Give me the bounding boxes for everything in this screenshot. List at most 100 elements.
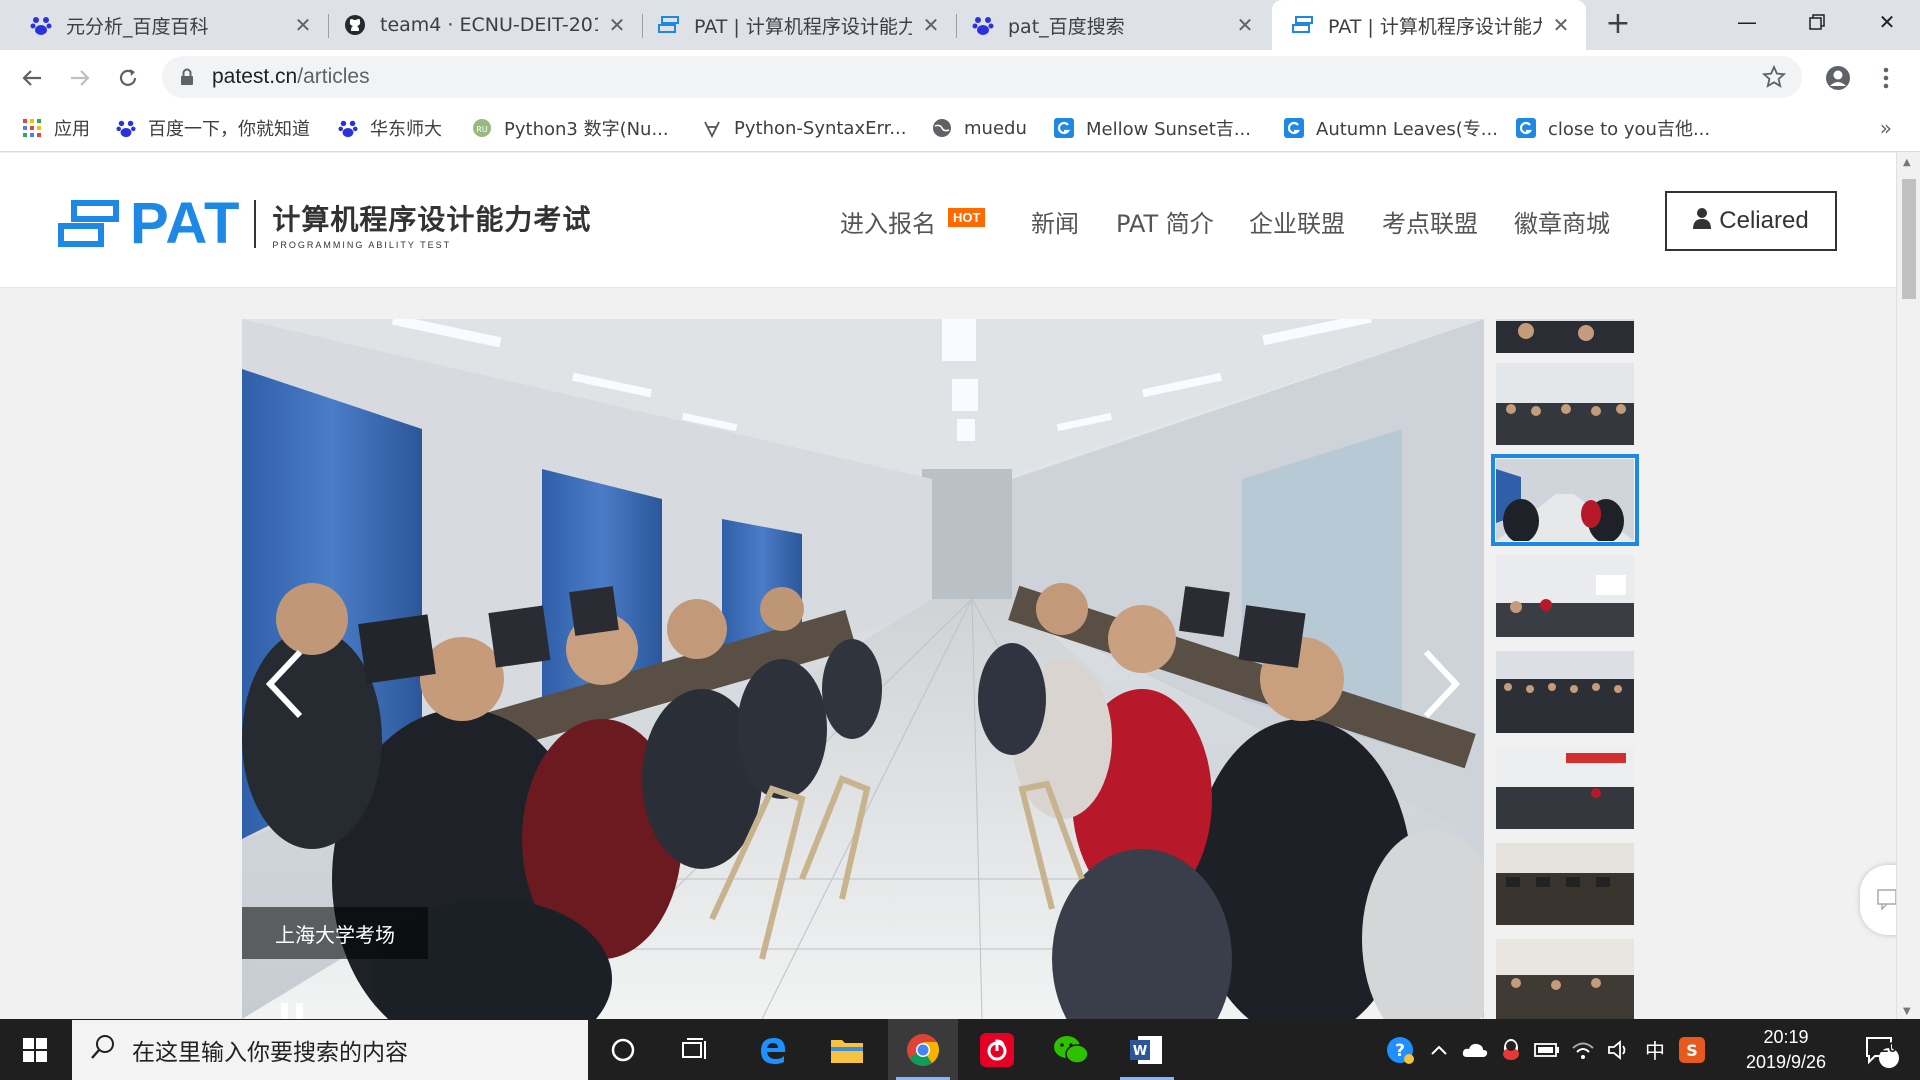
user-account-button[interactable]: Celiared <box>1665 191 1837 251</box>
pause-icon[interactable] <box>278 997 308 1019</box>
bookmark-item[interactable]: 百度一下，你就知道 <box>116 106 310 150</box>
volume-icon[interactable] <box>1602 1019 1636 1080</box>
nav-news[interactable]: 新闻 <box>1031 201 1079 241</box>
file-explorer-icon[interactable] <box>812 1019 882 1080</box>
nav-about[interactable]: PAT 简介 <box>1116 201 1214 241</box>
baidu-paw-icon <box>338 118 358 138</box>
close-tab-icon[interactable]: ✕ <box>292 13 314 37</box>
netease-music-icon[interactable] <box>962 1019 1032 1080</box>
forward-icon[interactable] <box>62 60 98 96</box>
battery-icon[interactable] <box>1530 1019 1564 1080</box>
taskbar-search-box[interactable]: 在这里输入你要搜索的内容 <box>72 1020 588 1080</box>
nav-badge-shop[interactable]: 徽章商城 <box>1514 201 1610 241</box>
close-tab-icon[interactable]: ✕ <box>1234 13 1256 37</box>
carousel-thumbnail-active[interactable] <box>1491 454 1639 546</box>
notification-center-icon[interactable]: 20 <box>1852 1019 1910 1080</box>
scroll-up-icon[interactable]: ▲ <box>1903 157 1911 168</box>
bookmark-item[interactable]: Mellow Sunset吉... <box>1054 106 1251 150</box>
word-icon[interactable]: W <box>1112 1019 1182 1080</box>
clock-time: 20:19 <box>1763 1027 1809 1047</box>
hot-badge: HOT <box>948 207 986 227</box>
carousel-thumbnail[interactable] <box>1496 363 1634 445</box>
browser-tab-active[interactable]: PAT | 计算机程序设计能力考试 ✕ <box>1272 0 1586 50</box>
bookmark-label: 华东师大 <box>370 119 442 140</box>
bookmark-label: 百度一下，你就知道 <box>148 119 310 140</box>
g-icon <box>1516 118 1536 138</box>
lock-icon <box>180 68 194 86</box>
cobweb-icon <box>702 118 722 138</box>
carousel-thumbnail[interactable] <box>1496 319 1634 353</box>
cortana-icon[interactable] <box>588 1019 658 1080</box>
bookmark-item[interactable]: muedu <box>932 106 1027 150</box>
chrome-icon[interactable] <box>888 1019 958 1080</box>
site-logo[interactable]: PAT 计算机程序设计能力考试 PROGRAMMING ABILITY TEST <box>58 195 591 253</box>
bookmark-label: 应用 <box>54 119 90 140</box>
bookmark-item[interactable]: RU Python3 数字(Nu... <box>472 106 669 150</box>
feedback-tab[interactable] <box>1860 865 1896 935</box>
carousel-thumbnail[interactable] <box>1496 651 1634 733</box>
sogou-input-icon[interactable]: S <box>1674 1019 1710 1080</box>
page-scrollbar[interactable]: ▲ ▼ <box>1896 153 1920 1019</box>
carousel-prev-arrow-icon[interactable] <box>262 644 312 724</box>
bookmark-label: close to you吉他... <box>1548 119 1711 140</box>
close-tab-icon[interactable]: ✕ <box>920 13 942 37</box>
task-view-icon[interactable] <box>660 1019 730 1080</box>
close-tab-icon[interactable]: ✕ <box>606 13 628 37</box>
close-tab-icon[interactable]: ✕ <box>1550 13 1572 37</box>
close-window-icon[interactable]: ✕ <box>1852 0 1920 44</box>
onedrive-icon[interactable] <box>1458 1019 1492 1080</box>
nav-register[interactable]: 进入报名 HOT <box>840 201 986 241</box>
photo-carousel[interactable]: 上海大学考场 <box>242 319 1484 1019</box>
browser-tab[interactable]: PAT | 计算机程序设计能力考试 ✕ <box>628 0 956 50</box>
bookmark-label: Python3 数字(Nu... <box>504 119 669 140</box>
minimize-icon[interactable]: — <box>1712 0 1782 44</box>
tray-expand-chevron-icon[interactable] <box>1424 1019 1454 1080</box>
windows-start-icon[interactable] <box>0 1019 70 1080</box>
edge-browser-icon[interactable] <box>738 1019 808 1080</box>
svg-text:?: ? <box>1395 1041 1405 1061</box>
pat-icon <box>658 14 680 36</box>
profile-icon[interactable] <box>1820 60 1856 96</box>
carousel-thumbnail[interactable] <box>1496 555 1634 637</box>
ime-indicator[interactable]: 中 <box>1638 1019 1672 1080</box>
reload-icon[interactable] <box>110 60 146 96</box>
browser-tab[interactable]: 元分析_百度百科 ✕ <box>0 0 328 50</box>
carousel-thumbnail[interactable] <box>1496 939 1634 1019</box>
back-icon[interactable] <box>14 60 50 96</box>
bookmark-item[interactable]: Autumn Leaves(专... <box>1284 106 1498 150</box>
restore-icon[interactable] <box>1782 0 1852 44</box>
bookmarks-overflow-button[interactable]: » <box>1880 116 1892 140</box>
tab-title: 元分析_百度百科 <box>66 15 209 38</box>
browser-tab[interactable]: pat_百度搜索 ✕ <box>942 0 1270 50</box>
bookmark-item[interactable]: close to you吉他... <box>1516 106 1710 150</box>
username: Celiared <box>1719 207 1809 234</box>
qq-penguin-icon[interactable] <box>1494 1019 1528 1080</box>
search-icon <box>90 1034 116 1066</box>
wifi-icon[interactable] <box>1566 1019 1600 1080</box>
nav-label: 进入报名 <box>840 209 936 238</box>
scroll-down-icon[interactable]: ▼ <box>1903 1006 1911 1017</box>
help-icon[interactable]: ? <box>1380 1019 1420 1080</box>
carousel-thumbnail[interactable] <box>1496 747 1634 829</box>
scrollbar-thumb[interactable] <box>1902 179 1916 299</box>
bookmark-item[interactable]: Python-SyntaxErr... <box>702 106 907 150</box>
g-icon <box>1284 118 1304 138</box>
bookmark-apps[interactable]: 应用 <box>22 106 90 150</box>
url-host: patest.cn <box>212 65 298 88</box>
nav-enterprise[interactable]: 企业联盟 <box>1249 201 1345 241</box>
nav-test-centers[interactable]: 考点联盟 <box>1382 201 1478 241</box>
address-bar[interactable]: patest.cn/articles <box>162 56 1802 98</box>
system-clock[interactable]: 20:19 2019/9/26 <box>1730 1025 1842 1075</box>
bookmark-item[interactable]: 华东师大 <box>338 106 442 150</box>
browser-tab[interactable]: team4 · ECNU-DEIT-2019 ✕ <box>314 0 642 50</box>
baidu-paw-icon <box>972 14 994 36</box>
bookmark-star-icon[interactable] <box>1761 64 1787 93</box>
wechat-icon[interactable] <box>1036 1019 1106 1080</box>
svg-text:W: W <box>1133 1044 1147 1059</box>
github-icon <box>344 14 366 36</box>
menu-kebab-icon[interactable] <box>1868 60 1904 96</box>
carousel-thumbnail[interactable] <box>1496 843 1634 925</box>
carousel-next-arrow-icon[interactable] <box>1414 644 1464 724</box>
new-tab-button[interactable]: + <box>1600 8 1636 42</box>
carousel-thumbnail-strip <box>1490 319 1640 1019</box>
